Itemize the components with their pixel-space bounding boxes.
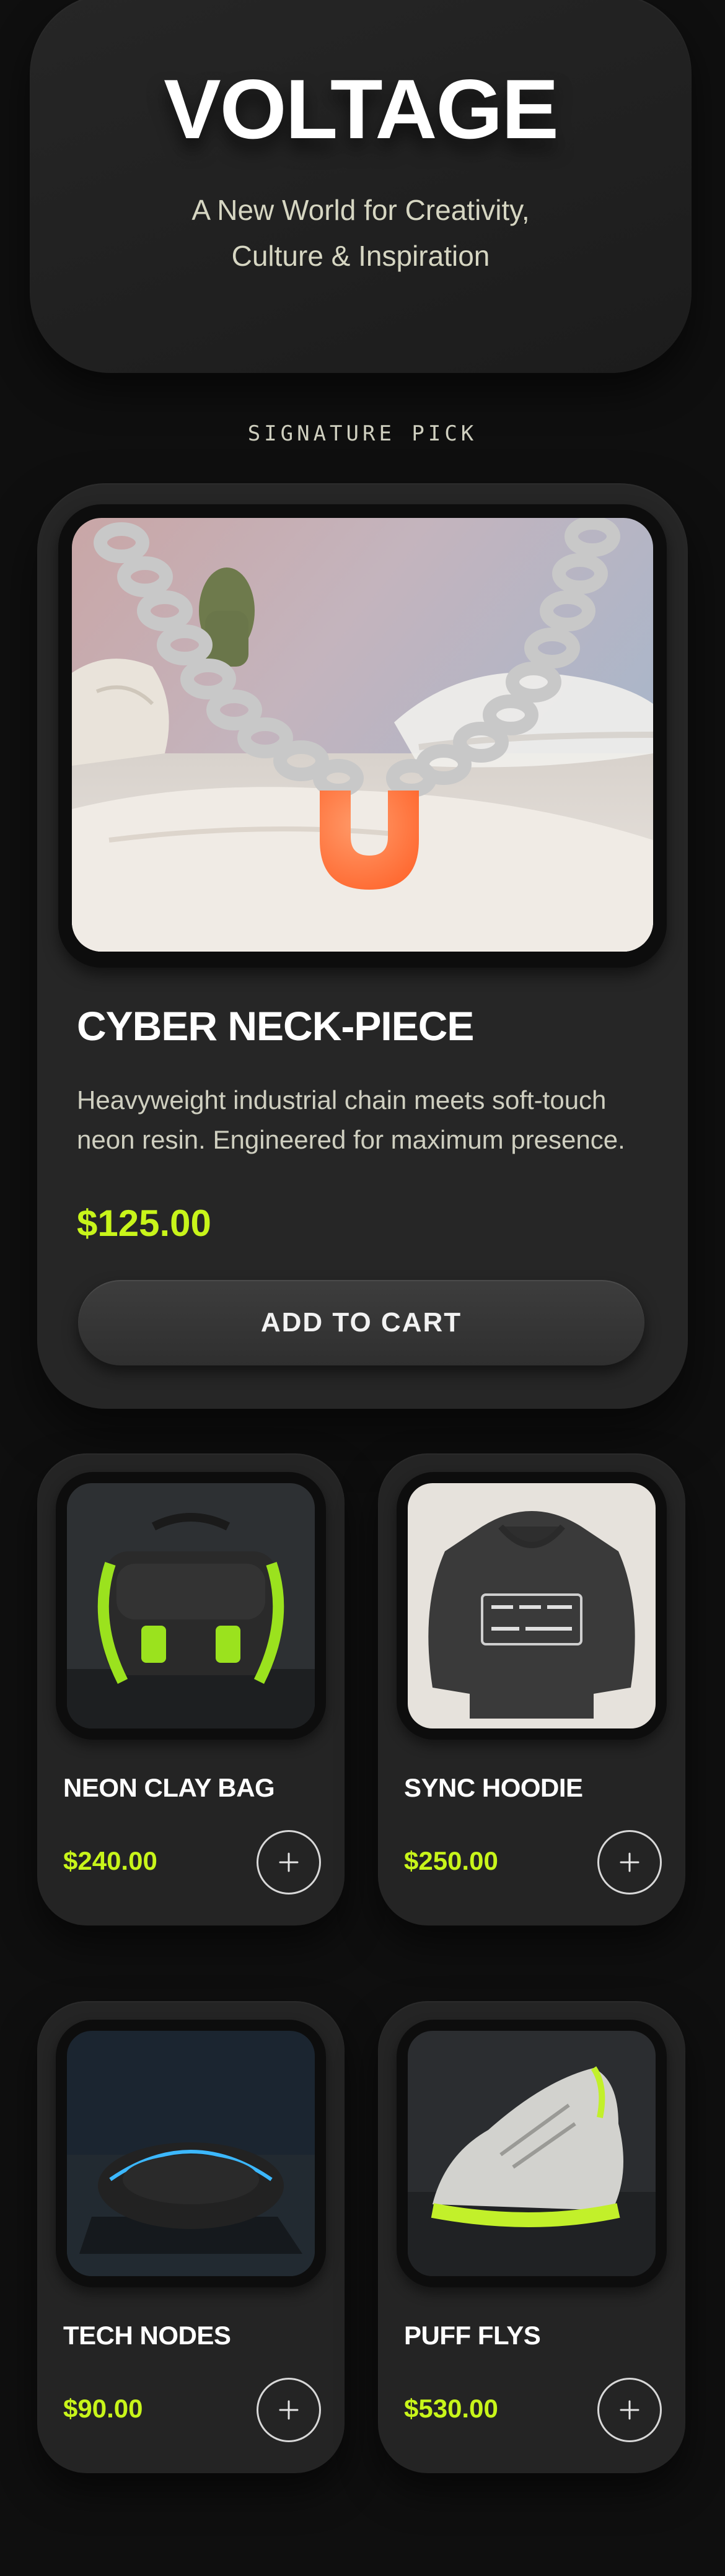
plus-icon xyxy=(279,2400,299,2420)
sneaker-illustration xyxy=(408,2031,656,2276)
product-image[interactable] xyxy=(67,1483,315,1728)
product-price: $250.00 xyxy=(404,1846,498,1875)
brand-tagline: A New World for Creativity, Culture & In… xyxy=(30,187,692,279)
product-name: SYNC HOODIE xyxy=(404,1773,583,1802)
add-to-cart-button[interactable]: ADD TO CART xyxy=(78,1280,644,1365)
featured-product-image[interactable] xyxy=(72,518,653,952)
section-label: SIGNATURE PICK xyxy=(247,421,478,446)
featured-product-price: $125.00 xyxy=(77,1203,211,1244)
tagline-line-2: Culture & Inspiration xyxy=(231,240,490,272)
product-price: $90.00 xyxy=(63,2394,143,2423)
add-item-button[interactable] xyxy=(257,2378,321,2442)
product-name: TECH NODES xyxy=(63,2321,231,2350)
add-item-button[interactable] xyxy=(597,1830,662,1895)
product-price: $240.00 xyxy=(63,1846,157,1875)
product-card[interactable]: NEON CLAY BAG $240.00 xyxy=(37,1453,345,1925)
plus-icon xyxy=(620,1852,639,1872)
product-image-frame xyxy=(56,2020,326,2287)
product-name: NEON CLAY BAG xyxy=(63,1773,275,1802)
bag-illustration xyxy=(67,1483,315,1728)
add-item-button[interactable] xyxy=(597,2378,662,2442)
featured-product-card: CYBER NECK-PIECE Heavyweight industrial … xyxy=(37,483,688,1409)
featured-image-frame xyxy=(58,504,667,968)
product-image-frame xyxy=(397,2020,667,2287)
product-image[interactable] xyxy=(408,1483,656,1728)
product-card[interactable]: PUFF FLYS $530.00 xyxy=(378,2001,685,2473)
hero-card: VOLTAGE A New World for Creativity, Cult… xyxy=(30,0,692,373)
plus-icon xyxy=(279,1852,299,1872)
product-image-frame xyxy=(397,1472,667,1740)
product-card[interactable]: TECH NODES $90.00 xyxy=(37,2001,345,2473)
add-item-button[interactable] xyxy=(257,1830,321,1895)
necklace-illustration xyxy=(72,518,653,952)
hoodie-illustration xyxy=(408,1483,656,1728)
product-image[interactable] xyxy=(67,2031,315,2276)
mouse-illustration xyxy=(67,2031,315,2276)
product-image[interactable] xyxy=(408,2031,656,2276)
brand-title: VOLTAGE xyxy=(164,62,559,156)
featured-product-description: Heavyweight industrial chain meets soft-… xyxy=(77,1085,625,1154)
product-price: $530.00 xyxy=(404,2394,498,2423)
featured-product-name: CYBER NECK-PIECE xyxy=(77,1003,474,1049)
product-card[interactable]: SYNC HOODIE $250.00 xyxy=(378,1453,685,1925)
tagline-line-1: A New World for Creativity, xyxy=(191,194,530,226)
product-name: PUFF FLYS xyxy=(404,2321,541,2350)
plus-icon xyxy=(620,2400,639,2420)
product-image-frame xyxy=(56,1472,326,1740)
